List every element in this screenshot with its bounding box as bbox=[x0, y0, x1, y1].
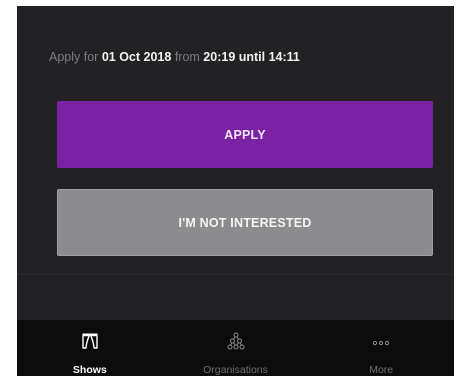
not-interested-button-label: I'M NOT INTERESTED bbox=[178, 215, 312, 230]
apply-date: 01 Oct 2018 bbox=[101, 50, 172, 64]
apply-from-word: from bbox=[174, 50, 200, 64]
apply-prefix: Apply for bbox=[49, 50, 99, 64]
apply-button-label: APPLY bbox=[224, 127, 266, 142]
apply-button[interactable]: APPLY bbox=[57, 101, 433, 168]
tab-shows-label: Shows bbox=[72, 364, 107, 376]
apply-time-range: 20:19 until 14:11 bbox=[203, 50, 300, 64]
bottom-tab-bar: Shows Organisations More bbox=[17, 320, 454, 376]
org-hierarchy-icon bbox=[227, 332, 245, 355]
tab-shows[interactable]: Shows bbox=[17, 320, 163, 376]
tab-more-label: More bbox=[369, 364, 394, 376]
tab-organisations-label: Organisations bbox=[203, 364, 268, 376]
tab-more[interactable]: More bbox=[308, 320, 454, 376]
tab-organisations[interactable]: Organisations bbox=[163, 320, 309, 376]
content-divider bbox=[17, 274, 454, 275]
apply-info-text: Apply for 01 Oct 2018 from 20:19 until 1… bbox=[49, 50, 300, 64]
more-dots-icon bbox=[372, 332, 390, 355]
app-screen: Apply for 01 Oct 2018 from 20:19 until 1… bbox=[17, 6, 454, 376]
not-interested-button[interactable]: I'M NOT INTERESTED bbox=[57, 189, 433, 256]
theater-curtains-icon bbox=[81, 332, 99, 355]
